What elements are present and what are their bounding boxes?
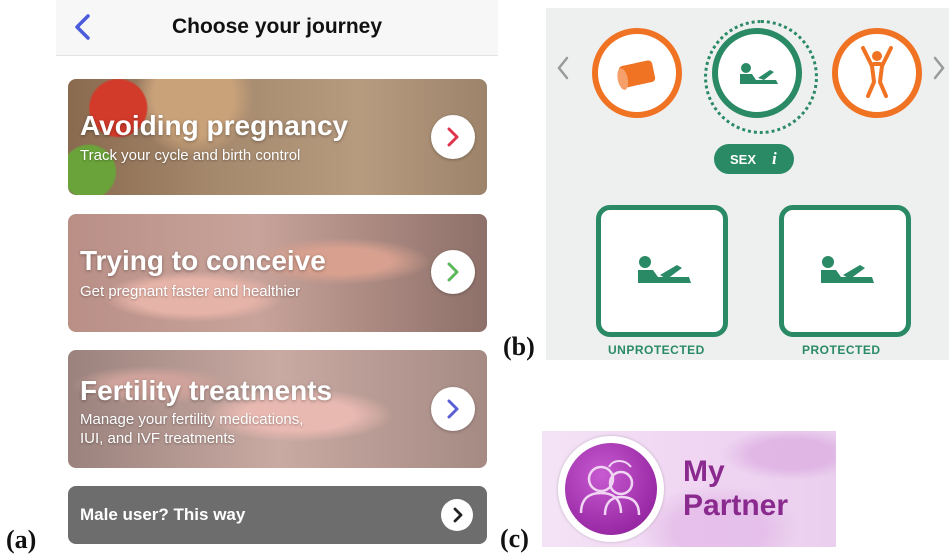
category-sex-button[interactable] bbox=[704, 20, 818, 134]
card-subtitle: Track your cycle and birth control bbox=[80, 147, 301, 164]
category-bandage-button[interactable] bbox=[592, 28, 682, 118]
option-label-protected: PROTECTED bbox=[802, 343, 881, 357]
chevron-right-icon[interactable] bbox=[431, 387, 475, 431]
my-partner-banner[interactable]: My Partner bbox=[542, 431, 836, 547]
panel-label-a: (a) bbox=[6, 525, 37, 554]
chevron-right-icon[interactable] bbox=[441, 499, 473, 531]
journey-card-trying-to-conceive[interactable]: Trying to conceive Get pregnant faster a… bbox=[68, 214, 487, 332]
card-subtitle: Get pregnant faster and healthier bbox=[80, 283, 301, 300]
category-exercise-button[interactable] bbox=[832, 28, 922, 118]
page-title: Choose your journey bbox=[171, 15, 383, 38]
option-unprotected[interactable] bbox=[596, 205, 728, 337]
selected-ring bbox=[704, 20, 818, 134]
chevron-right-icon[interactable] bbox=[431, 115, 475, 159]
card-title: Avoiding pregnancy bbox=[80, 110, 349, 141]
category-pill-label: SEX bbox=[730, 152, 757, 167]
partner-title-line2: Partner bbox=[683, 489, 789, 522]
bandage-icon bbox=[617, 60, 656, 90]
arms-raised-figure-icon bbox=[861, 46, 893, 98]
card-title: Trying to conceive bbox=[80, 245, 326, 276]
panel-label-c: (c) bbox=[500, 524, 529, 553]
partner-title-line1: My bbox=[683, 455, 725, 488]
chevron-left-icon[interactable] bbox=[556, 56, 570, 85]
journey-card-avoiding-pregnancy[interactable]: Avoiding pregnancy Track your cycle and … bbox=[68, 79, 487, 195]
reclining-figure-icon bbox=[638, 256, 691, 283]
option-protected[interactable] bbox=[779, 205, 911, 337]
journey-screen: Choose your journey Avoiding pregnancy T… bbox=[56, 0, 498, 560]
header-bar: Choose your journey bbox=[56, 0, 498, 56]
card-subtitle: Manage your fertility medications, IUI, … bbox=[80, 411, 304, 447]
option-label-unprotected: UNPROTECTED bbox=[608, 343, 705, 357]
panel-label-b: (b) bbox=[503, 332, 535, 361]
journey-card-fertility-treatments[interactable]: Fertility treatments Manage your fertili… bbox=[68, 350, 487, 468]
male-user-link[interactable]: Male user? This way bbox=[68, 486, 487, 544]
male-user-label: Male user? This way bbox=[80, 505, 246, 524]
info-icon[interactable]: i bbox=[772, 149, 777, 169]
card-title: Fertility treatments bbox=[80, 375, 333, 406]
chevron-right-icon[interactable] bbox=[431, 250, 475, 294]
couple-icon bbox=[565, 443, 657, 535]
chevron-right-icon[interactable] bbox=[932, 56, 946, 85]
category-pill[interactable]: SEX i bbox=[714, 144, 794, 174]
partner-badge-ring bbox=[558, 436, 664, 542]
reclining-figure-icon bbox=[821, 256, 874, 283]
tracking-screen: SEX i UNPROTECTED PROTECTED bbox=[546, 8, 949, 360]
